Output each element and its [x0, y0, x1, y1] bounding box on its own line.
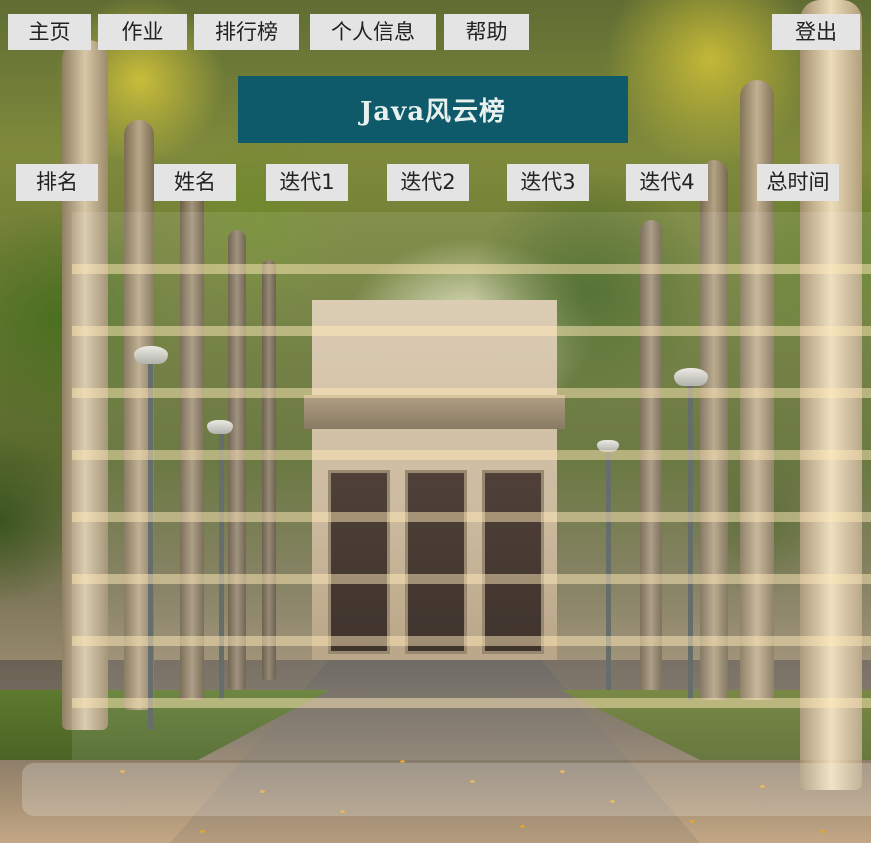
nav-help-button[interactable]: 帮助	[444, 14, 529, 50]
column-header-iteration-4[interactable]: 迭代4	[626, 164, 708, 201]
nav-ranking-button[interactable]: 排行榜	[194, 14, 299, 50]
column-header-name[interactable]: 姓名	[154, 164, 236, 201]
column-header-iteration-2[interactable]: 迭代2	[387, 164, 469, 201]
table-footer-row	[22, 763, 871, 816]
column-header-rank[interactable]: 排名	[16, 164, 98, 201]
ranking-table-rows	[72, 212, 871, 760]
page-title-banner: Java风云榜	[238, 76, 628, 143]
nav-homework-button[interactable]: 作业	[98, 14, 187, 50]
nav-profile-button[interactable]: 个人信息	[310, 14, 436, 50]
column-header-iteration-3[interactable]: 迭代3	[507, 164, 589, 201]
logout-button[interactable]: 登出	[772, 14, 860, 50]
page-title: Java风云榜	[359, 97, 507, 127]
column-header-iteration-1[interactable]: 迭代1	[266, 164, 348, 201]
nav-home-button[interactable]: 主页	[8, 14, 91, 50]
column-header-total-time[interactable]: 总时间	[757, 164, 839, 201]
